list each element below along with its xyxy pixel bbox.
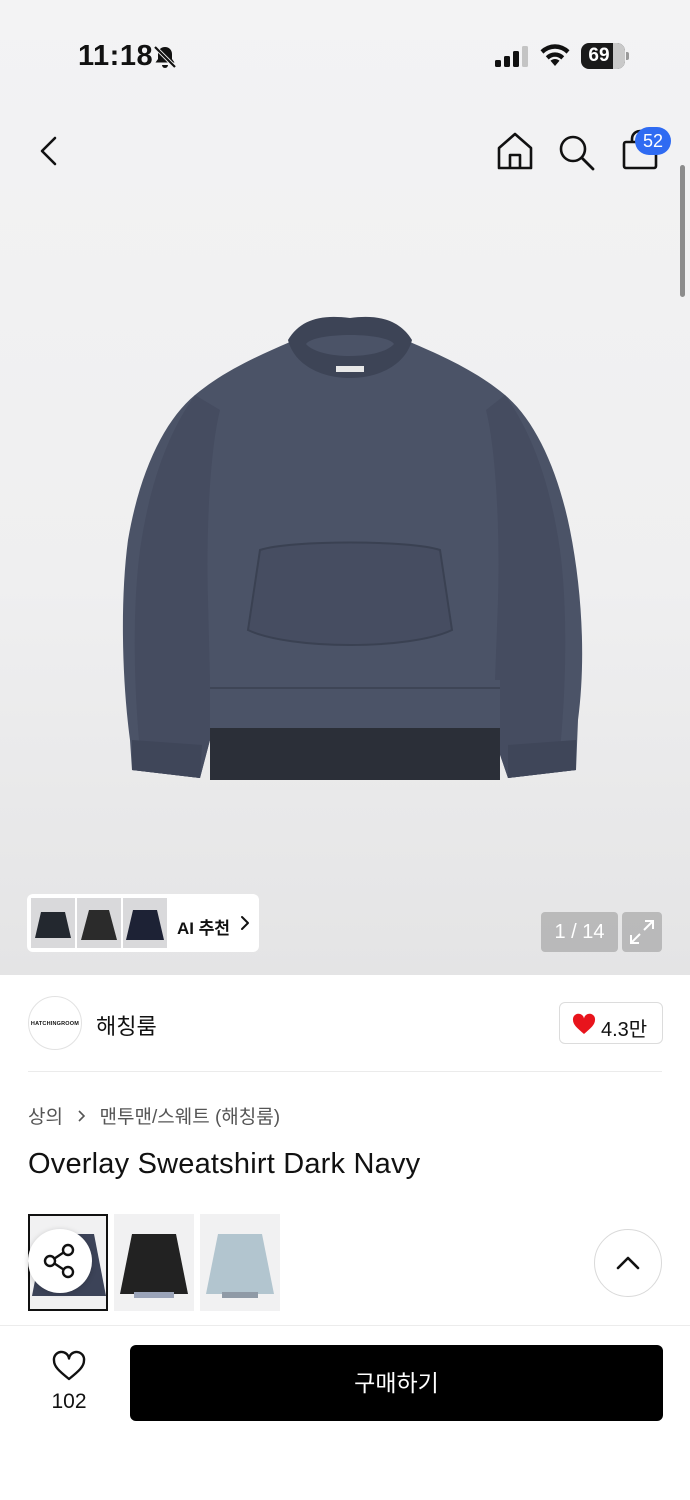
wish-button[interactable]: 102 (38, 1346, 100, 1418)
scrollbar[interactable] (680, 165, 685, 297)
breadcrumb-item[interactable]: 맨투맨/스웨트 (해칭룸) (100, 1107, 281, 1128)
status-bar: 11:18 69 (0, 0, 690, 110)
product-gallery[interactable]: 11:18 69 52 AI 추천 1 / 14 (0, 0, 690, 975)
ai-thumbnail (123, 898, 167, 948)
image-counter: 1 / 14 (541, 912, 618, 952)
back-icon[interactable] (30, 131, 70, 171)
breadcrumb-item[interactable]: 상의 (28, 1107, 63, 1128)
chevron-right-icon (241, 916, 249, 930)
wifi-icon (540, 44, 570, 66)
brand-row[interactable]: HATCHINGROOM 해칭룸 4.3만 (0, 975, 690, 1071)
chevron-right-icon (78, 1109, 86, 1122)
bell-off-icon (153, 45, 177, 69)
bottom-divider (0, 1325, 690, 1326)
heart-outline-icon (52, 1350, 86, 1381)
ai-recommend-button[interactable]: AI 추천 (27, 894, 259, 952)
brand-like-button[interactable]: 4.3만 (559, 1002, 663, 1044)
ai-thumbnail (77, 898, 121, 948)
brand-name[interactable]: 해칭룸 (96, 1009, 157, 1041)
heart-filled-icon (572, 1013, 596, 1034)
brand-like-count: 4.3만 (601, 1019, 648, 1041)
color-swatch-black[interactable] (114, 1214, 194, 1311)
battery-icon: 69 (581, 43, 629, 69)
divider (28, 1071, 662, 1072)
breadcrumb: 상의 맨투맨/스웨트 (해칭룸) (28, 1102, 280, 1129)
home-icon[interactable] (494, 130, 536, 172)
chevron-up-icon (616, 1256, 640, 1270)
search-icon[interactable] (556, 132, 596, 172)
battery-level: 69 (588, 45, 610, 66)
status-time: 11:18 (78, 40, 154, 72)
cart-count-badge: 52 (635, 127, 671, 155)
ai-thumbnail (31, 898, 75, 948)
share-button[interactable] (28, 1229, 92, 1293)
brand-logo[interactable]: HATCHINGROOM (28, 996, 82, 1050)
buy-button[interactable]: 구매하기 (130, 1345, 663, 1421)
wish-count: 102 (51, 1390, 87, 1413)
share-icon (43, 1243, 75, 1279)
color-swatch-light-blue[interactable] (200, 1214, 280, 1311)
ai-recommend-label: AI 추천 (177, 919, 231, 938)
product-image[interactable] (110, 300, 590, 800)
product-title: Overlay Sweatshirt Dark Navy (28, 1148, 421, 1180)
scroll-top-button[interactable] (594, 1229, 662, 1297)
signal-icon (495, 46, 528, 67)
expand-icon[interactable] (622, 912, 662, 952)
